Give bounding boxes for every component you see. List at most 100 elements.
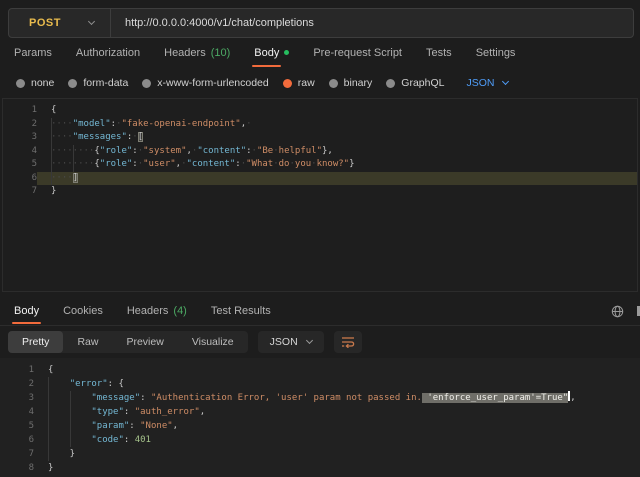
radio-icon — [386, 79, 395, 88]
response-tab-cookies[interactable]: Cookies — [63, 296, 103, 325]
code-text: ········{"role":·"user",·"content":·"Wha… — [37, 158, 637, 172]
code-text: ····] — [37, 172, 637, 186]
tab-label: Tests — [426, 38, 452, 68]
tab-label: Cookies — [63, 296, 103, 325]
chevron-down-icon — [501, 78, 508, 85]
radio-icon — [329, 79, 338, 88]
code-text: } — [34, 447, 640, 461]
unsaved-dot-icon — [284, 50, 289, 55]
line-number: 1 — [0, 363, 34, 377]
code-line: 4 "type": "auth_error", — [0, 405, 640, 419]
globe-icon[interactable] — [611, 305, 624, 318]
radio-icon — [283, 79, 292, 88]
code-line: 7 } — [0, 447, 640, 461]
line-number: 3 — [3, 131, 37, 145]
tab-count-badge: (4) — [173, 305, 186, 317]
response-tab-headers[interactable]: Headers (4) — [127, 296, 187, 325]
response-view-switcher: PrettyRawPreviewVisualize — [8, 331, 248, 353]
response-language-label: JSON — [270, 336, 298, 348]
radio-icon — [68, 79, 77, 88]
response-view-raw[interactable]: Raw — [63, 331, 112, 353]
body-mode-graphql[interactable]: GraphQL — [386, 77, 444, 89]
line-number: 3 — [0, 391, 34, 405]
body-mode-raw[interactable]: raw — [283, 77, 315, 89]
tab-label: Params — [14, 38, 52, 68]
code-line: 2 "error": { — [0, 377, 640, 391]
code-text: "type": "auth_error", — [34, 405, 640, 419]
code-line: 3····"messages":·[ — [3, 131, 637, 145]
request-tab-authorization[interactable]: Authorization — [76, 38, 140, 68]
code-line: 6 "code": 401 — [0, 433, 640, 447]
rest-client-window: POST http://0.0.0.0:4000/v1/chat/complet… — [0, 0, 640, 477]
tab-label: Headers — [164, 38, 206, 68]
line-number: 5 — [3, 158, 37, 172]
chevron-down-icon — [306, 337, 313, 344]
line-number: 6 — [3, 172, 37, 186]
method-selector[interactable]: POST — [9, 17, 110, 29]
request-tab-body[interactable]: Body — [254, 38, 289, 68]
url-input[interactable]: http://0.0.0.0:4000/v1/chat/completions — [111, 17, 314, 29]
response-view-pretty[interactable]: Pretty — [8, 331, 63, 353]
line-number: 2 — [3, 118, 37, 132]
request-language-label: JSON — [466, 77, 494, 89]
code-text: ········{"role":·"system",·"content":·"B… — [37, 145, 637, 159]
request-tab-pre-request-script[interactable]: Pre-request Script — [313, 38, 402, 68]
body-mode-none[interactable]: none — [16, 77, 54, 89]
code-text: "param": "None", — [34, 419, 640, 433]
chevron-down-icon — [88, 18, 95, 25]
radio-icon — [16, 79, 25, 88]
request-body-editor[interactable]: 1{2····"model":·"fake-openai-endpoint",·… — [2, 98, 638, 292]
selected-text: 'enforce_user_param'=True" — [422, 393, 568, 403]
code-line: 4········{"role":·"system",·"content":·"… — [3, 145, 637, 159]
code-line: 1{ — [0, 363, 640, 377]
tab-label: Body — [254, 38, 279, 68]
code-text: { — [37, 104, 637, 118]
request-tab-tests[interactable]: Tests — [426, 38, 452, 68]
code-text: ····"model":·"fake-openai-endpoint",· — [37, 118, 637, 132]
line-number: 2 — [0, 377, 34, 391]
response-tab-body[interactable]: Body — [14, 296, 39, 325]
line-number: 5 — [0, 419, 34, 433]
wrap-lines-button[interactable] — [334, 331, 362, 353]
code-text: "error": { — [34, 377, 640, 391]
word-wrap-icon — [341, 336, 355, 348]
body-mode-row: none form-data x-www-form-urlencoded raw bin… — [0, 68, 640, 98]
radio-icon — [142, 79, 151, 88]
code-line: 1{ — [3, 104, 637, 118]
code-line: 7} — [3, 185, 637, 199]
tab-label: Body — [14, 296, 39, 325]
response-body-editor[interactable]: 1{2 "error": {3 "message": "Authenticati… — [0, 358, 640, 477]
code-line: 6····] — [3, 172, 637, 186]
request-tab-headers[interactable]: Headers(10) — [164, 38, 230, 68]
response-tabs: Body Cookies Headers (4) Test Results — [0, 296, 640, 326]
code-text: ····"messages":·[ — [37, 131, 637, 145]
body-mode-label: binary — [344, 77, 373, 89]
response-view-preview[interactable]: Preview — [112, 331, 177, 353]
code-line: 5 "param": "None", — [0, 419, 640, 433]
line-number: 6 — [0, 433, 34, 447]
body-mode-binary[interactable]: binary — [329, 77, 373, 89]
code-text: "message": "Authentication Error, 'user'… — [34, 391, 640, 405]
body-mode-label: GraphQL — [401, 77, 444, 89]
tab-label: Test Results — [211, 296, 271, 325]
response-tab-test-results[interactable]: Test Results — [211, 296, 271, 325]
request-tab-params[interactable]: Params — [14, 38, 52, 68]
request-language-select[interactable]: JSON — [466, 77, 507, 89]
tab-label: Headers — [127, 296, 169, 325]
line-number: 1 — [3, 104, 37, 118]
body-mode-label: x-www-form-urlencoded — [157, 77, 268, 89]
code-text: } — [34, 461, 640, 475]
body-mode-x-www-form-urlencoded[interactable]: x-www-form-urlencoded — [142, 77, 268, 89]
request-tab-settings[interactable]: Settings — [476, 38, 516, 68]
code-line: 2····"model":·"fake-openai-endpoint",· — [3, 118, 637, 132]
response-language-select[interactable]: JSON — [258, 331, 324, 353]
line-number: 7 — [3, 185, 37, 199]
method-label: POST — [29, 17, 61, 29]
tab-label: Pre-request Script — [313, 38, 402, 68]
body-mode-label: none — [31, 77, 54, 89]
response-view-visualize[interactable]: Visualize — [178, 331, 248, 353]
body-mode-label: raw — [298, 77, 315, 89]
code-text: } — [37, 185, 637, 199]
body-mode-form-data[interactable]: form-data — [68, 77, 128, 89]
tab-label: Settings — [476, 38, 516, 68]
